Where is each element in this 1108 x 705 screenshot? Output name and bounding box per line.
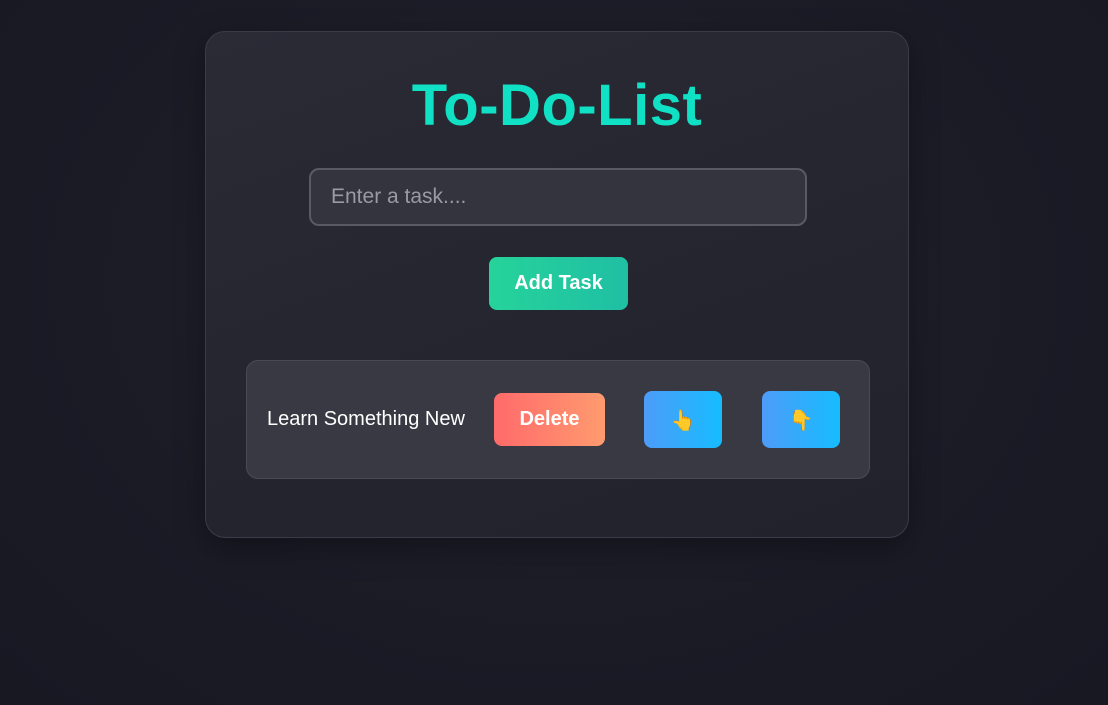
add-task-button[interactable]: Add Task — [489, 257, 628, 310]
page-title: To-Do-List — [411, 73, 703, 138]
pointing-down-icon: 👇 — [788, 407, 814, 432]
task-text: Learn Something New — [267, 408, 465, 430]
move-down-button[interactable]: 👇 — [762, 391, 840, 448]
task-input[interactable] — [309, 168, 807, 226]
pointing-up-icon: 👆 — [670, 407, 696, 432]
delete-button[interactable]: Delete — [494, 393, 605, 446]
list-item: Learn Something New Delete 👆 👇 — [246, 360, 870, 479]
move-up-button[interactable]: 👆 — [644, 391, 722, 448]
todo-card: To-Do-List Add Task Learn Something New … — [205, 31, 909, 538]
